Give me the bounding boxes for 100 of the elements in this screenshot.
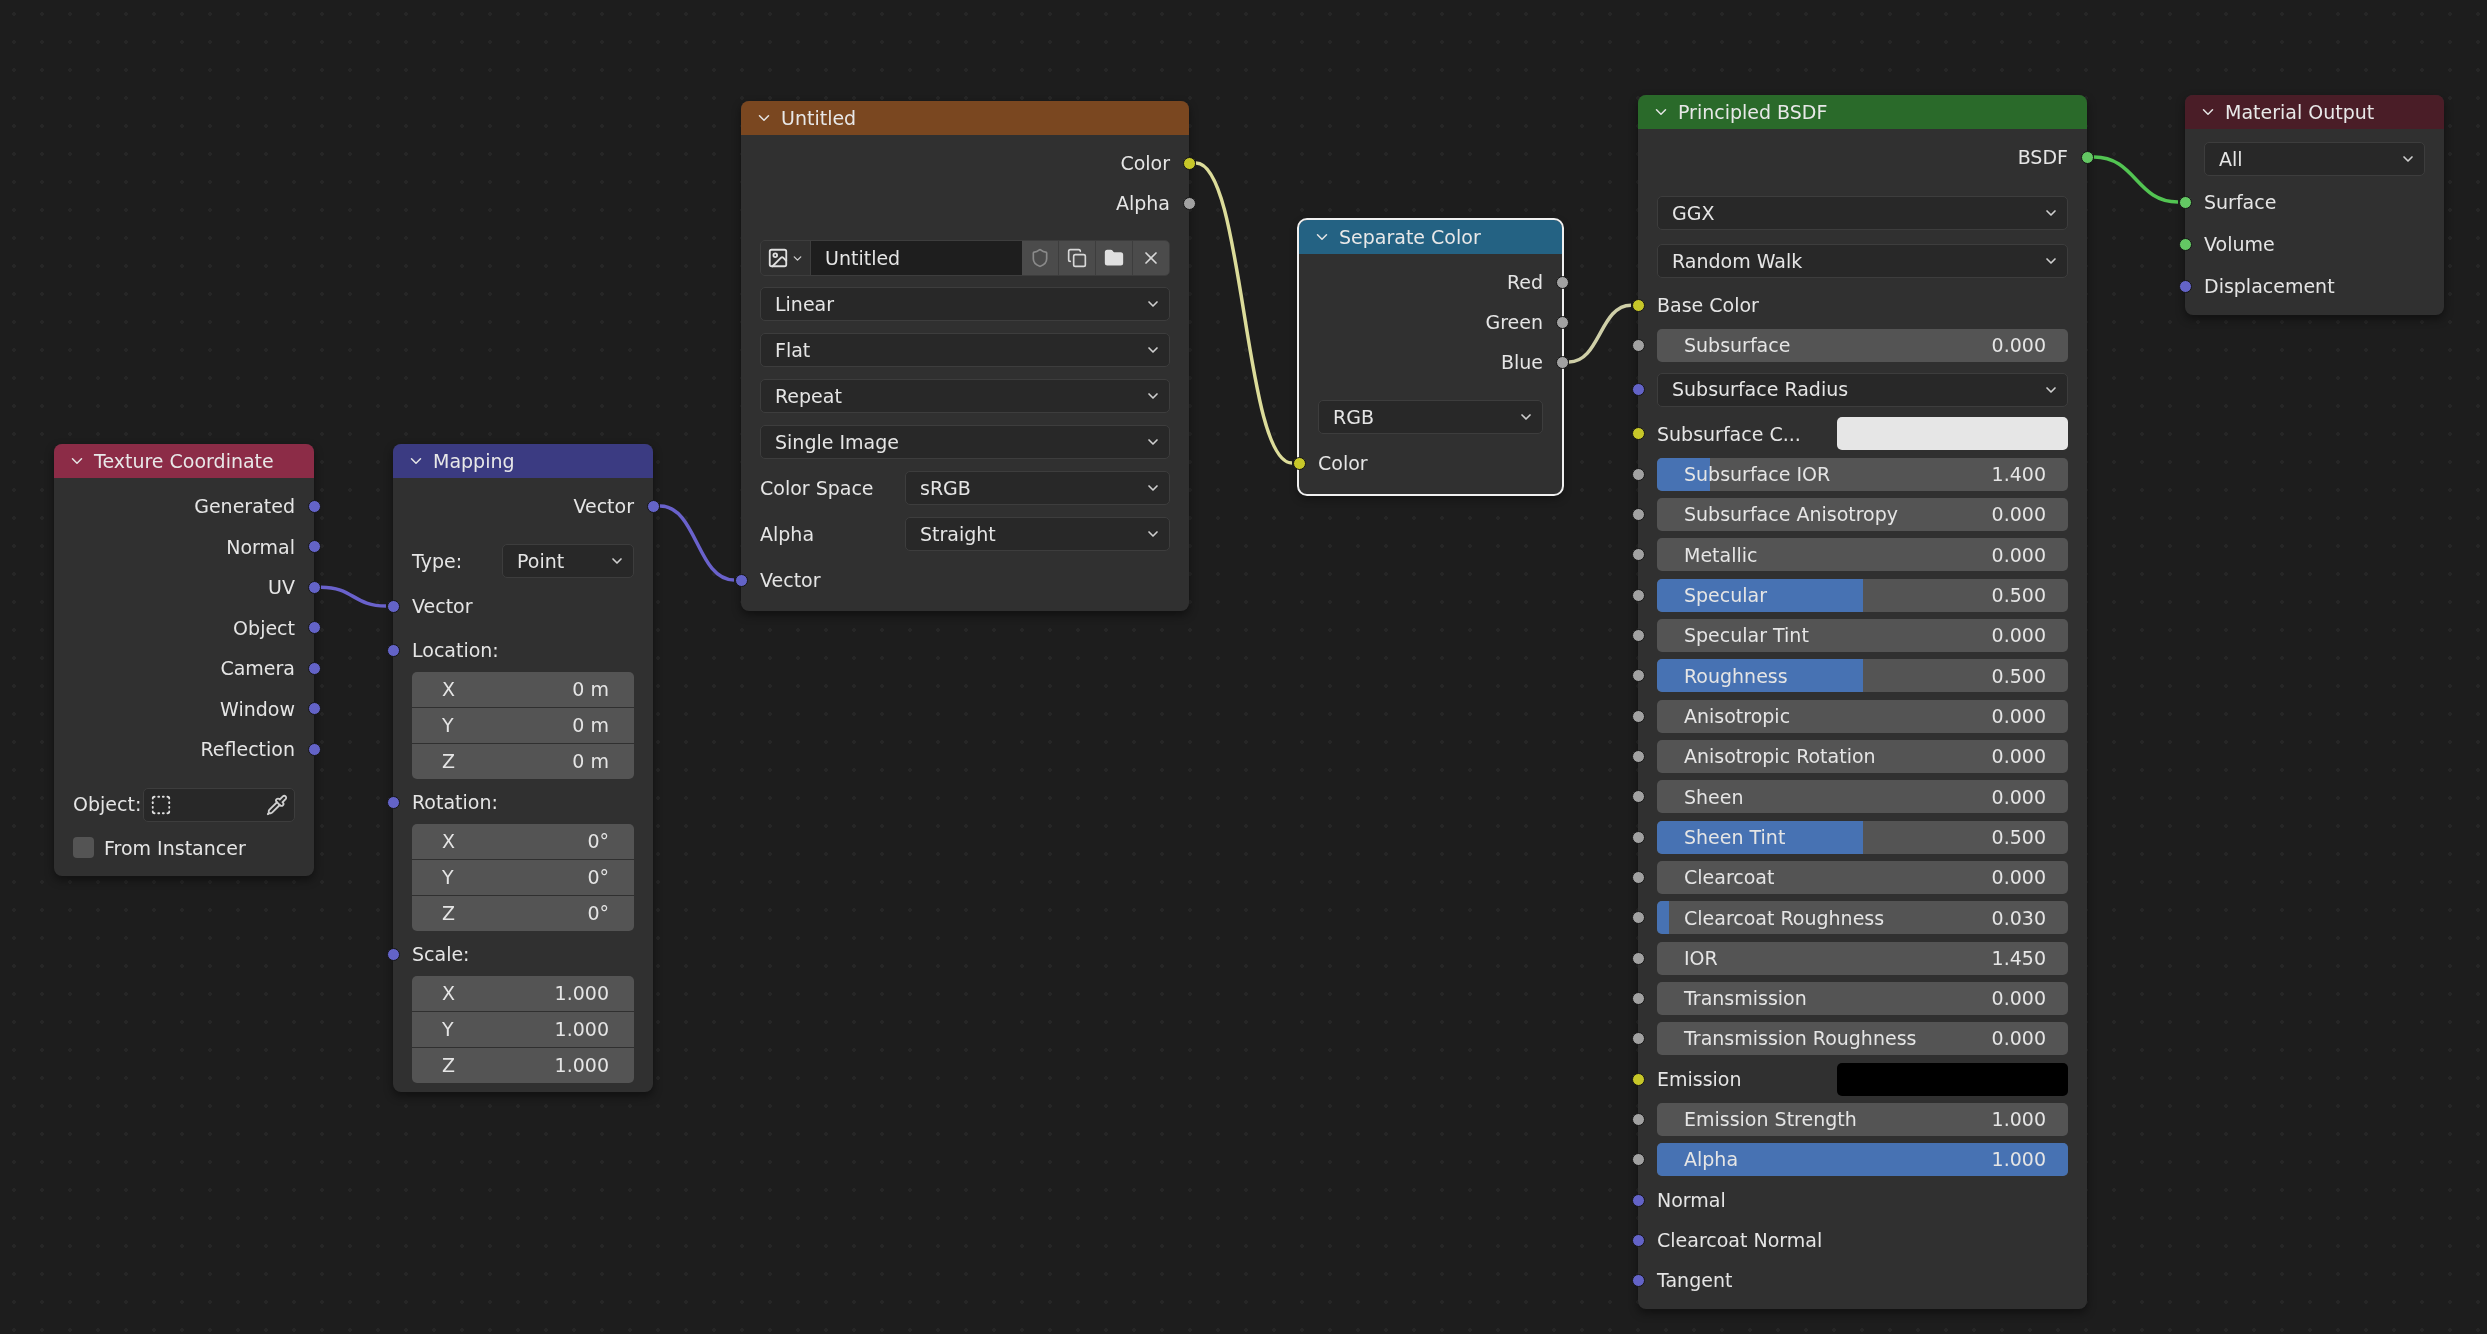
- number-field[interactable]: Sheen 0.000: [1657, 780, 2068, 814]
- object-field[interactable]: [143, 787, 295, 822]
- dropdown-field[interactable]: RGB: [1318, 400, 1543, 434]
- shield-icon: [1030, 248, 1050, 268]
- socket-label: Camera: [220, 656, 295, 681]
- node-title: Material Output: [2225, 99, 2375, 125]
- dropdown-field[interactable]: Repeat: [760, 379, 1170, 413]
- dropdown-field[interactable]: Random Walk: [1657, 244, 2068, 278]
- open-button[interactable]: [1096, 241, 1132, 275]
- dropdown-field[interactable]: Straight: [905, 517, 1170, 551]
- number-field[interactable]: Clearcoat 0.000: [1657, 860, 2068, 894]
- socket-label: Vector: [760, 567, 821, 593]
- number-field[interactable]: Specular Tint 0.000: [1657, 618, 2068, 652]
- node-header[interactable]: Material Output: [2185, 95, 2444, 129]
- node-panel[interactable]: [1638, 95, 2087, 1309]
- color-swatch[interactable]: [1837, 417, 2068, 451]
- number-field[interactable]: Anisotropic Rotation 0.000: [1657, 739, 2068, 773]
- field-label: Alpha: [760, 521, 816, 547]
- object-icon: [150, 793, 173, 816]
- slider-field[interactable]: Sheen Tint 0.500: [1657, 820, 2068, 854]
- field-label: Subsurface Anisotropy: [1684, 502, 1899, 528]
- field-value: 0.000: [1991, 865, 2046, 891]
- number-field[interactable]: Z 0 m: [412, 744, 634, 779]
- picture-icon: [767, 247, 789, 269]
- field-label: Clearcoat: [1684, 865, 1775, 891]
- node-header[interactable]: Principled BSDF: [1638, 95, 2087, 129]
- slider-field[interactable]: Specular 0.500: [1657, 578, 2068, 612]
- dropdown-field[interactable]: All: [2204, 142, 2425, 176]
- number-field[interactable]: X 0°: [412, 824, 634, 859]
- socket-label: BSDF: [2017, 144, 2068, 170]
- fake-user-button[interactable]: [1022, 241, 1058, 275]
- number-field[interactable]: Transmission Roughness 0.000: [1657, 1022, 2068, 1056]
- node-title: Texture Coordinate: [94, 448, 274, 474]
- number-field[interactable]: Z 1.000: [412, 1048, 634, 1083]
- unlink-button[interactable]: [1133, 241, 1169, 275]
- dropdown-field[interactable]: Single Image: [760, 425, 1170, 459]
- node-title: Separate Color: [1339, 224, 1481, 250]
- axis-label: X: [442, 829, 456, 855]
- number-field[interactable]: Metallic 0.000: [1657, 538, 2068, 572]
- field-label: IOR: [1684, 945, 1718, 971]
- node-panel[interactable]: Untitled Color Alpha Untitled Linear Flat Repeat Single Image Color Space sRGB Alpha Straight Vector: [741, 101, 1189, 611]
- number-field[interactable]: IOR 1.450: [1657, 941, 2068, 975]
- duplicate-button[interactable]: [1059, 241, 1095, 275]
- field-label: Transmission Roughness: [1684, 1026, 1917, 1052]
- socket-label: Color: [1318, 450, 1368, 476]
- field-label: Roughness: [1684, 663, 1788, 689]
- field-value: 0.030: [1991, 905, 2046, 931]
- dropdown-field[interactable]: Flat: [760, 333, 1170, 367]
- image-browse-button[interactable]: [761, 241, 811, 275]
- axis-label: Y: [442, 713, 454, 739]
- node-panel[interactable]: Texture Coordinate Generated Normal UV Object Camera Window Reflection Object: From Instancer: [54, 444, 314, 876]
- node-panel[interactable]: Separate Color Red Green Blue RGB Color: [1299, 220, 1562, 494]
- node-panel[interactable]: Material Output All Surface Volume Displacement: [2185, 95, 2444, 315]
- color-swatch[interactable]: [1837, 1062, 2068, 1096]
- node-header[interactable]: Texture Coordinate: [54, 444, 314, 478]
- node-header[interactable]: Separate Color: [1299, 220, 1562, 254]
- field-value: 1.000: [554, 1017, 609, 1043]
- field-label: Sheen Tint: [1684, 824, 1786, 850]
- dropdown-field[interactable]: Linear: [760, 287, 1170, 321]
- number-field[interactable]: Y 1.000: [412, 1012, 634, 1047]
- socket-label: Clearcoat Normal: [1657, 1228, 1823, 1254]
- node-title: Untitled: [781, 105, 857, 131]
- number-field[interactable]: Emission Strength 1.000: [1657, 1102, 2068, 1136]
- field-label: Alpha: [1684, 1147, 1739, 1173]
- node-panel[interactable]: Mapping Vector Type: Point Vector Location: X 0 m Y 0 m Z 0 m Rotation: X 0° Y 0° Z 0° Scale: X 1.000 Y 1.000 Z 1.000: [393, 444, 653, 1092]
- field-value: 0.000: [1991, 623, 2046, 649]
- field-value: 0°: [587, 865, 609, 891]
- image-selector[interactable]: Untitled: [760, 240, 1170, 276]
- slider-field[interactable]: Clearcoat Roughness 0.030: [1657, 901, 2068, 935]
- dropdown-field[interactable]: sRGB: [905, 471, 1170, 505]
- field-value: 0 m: [572, 677, 609, 703]
- number-field[interactable]: Subsurface 0.000: [1657, 329, 2068, 362]
- field-value: 0.000: [1991, 542, 2046, 568]
- number-field[interactable]: X 1.000: [412, 976, 634, 1011]
- node-header[interactable]: Mapping: [393, 444, 653, 478]
- node-header[interactable]: Untitled: [741, 101, 1189, 135]
- number-field[interactable]: Y 0 m: [412, 708, 634, 743]
- image-name-field[interactable]: Untitled: [811, 241, 1022, 275]
- field-value: 1.400: [1991, 461, 2046, 487]
- number-field[interactable]: Z 0°: [412, 896, 634, 931]
- field-label: Clearcoat Roughness: [1684, 905, 1885, 931]
- number-field[interactable]: X 0 m: [412, 672, 634, 707]
- dropdown-field[interactable]: Point: [502, 544, 634, 578]
- node-link[interactable]: [320, 585, 387, 608]
- slider-field[interactable]: Roughness 0.500: [1657, 659, 2068, 693]
- eyedropper-icon[interactable]: [266, 793, 288, 816]
- number-field[interactable]: Anisotropic 0.000: [1657, 699, 2068, 733]
- dropdown-field[interactable]: Subsurface Radius: [1657, 372, 2068, 407]
- copy-icon: [1067, 248, 1087, 268]
- number-field[interactable]: Y 0°: [412, 860, 634, 895]
- dropdown-field[interactable]: GGX: [1657, 196, 2068, 230]
- number-field[interactable]: Transmission 0.000: [1657, 981, 2068, 1015]
- node-link[interactable]: [2093, 155, 2179, 204]
- axis-label: Y: [442, 865, 454, 891]
- slider-field[interactable]: Alpha 1.000: [1657, 1143, 2068, 1177]
- checkbox[interactable]: [73, 837, 94, 859]
- node-link[interactable]: [659, 504, 735, 582]
- number-field[interactable]: Subsurface Anisotropy 0.000: [1657, 497, 2068, 531]
- socket-label: Green: [1485, 309, 1543, 335]
- socket-label: Color: [1120, 150, 1170, 176]
